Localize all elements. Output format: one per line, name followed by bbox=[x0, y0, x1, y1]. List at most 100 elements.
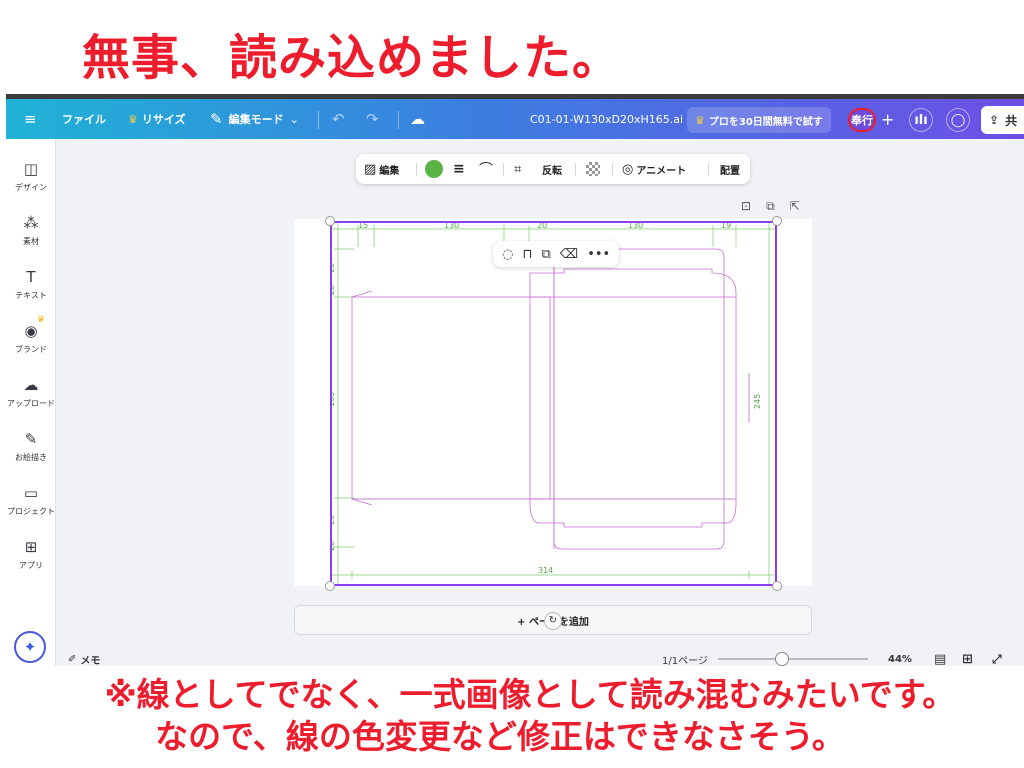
divider bbox=[612, 163, 613, 176]
sidebar-item-label: アップロード bbox=[7, 399, 55, 408]
edit-mode-dropdown[interactable]: ✎ 編集モード ⌄ bbox=[210, 99, 299, 139]
pen-icon: ✎ bbox=[24, 430, 38, 448]
image-edit-icon: ▨ bbox=[364, 161, 377, 177]
zoom-level[interactable]: 44% bbox=[888, 647, 912, 666]
resize-handle[interactable] bbox=[325, 216, 335, 226]
layout-icon: ◫ bbox=[23, 160, 39, 178]
shapes-icon: ⁂ bbox=[23, 214, 39, 232]
duplicate-icon[interactable]: ⧉ bbox=[542, 247, 551, 262]
duplicate-page-icon[interactable]: ⧉ bbox=[766, 199, 775, 214]
page-actions: ⊡ ⧉ ⇱ bbox=[741, 199, 800, 214]
resize-label: リサイズ bbox=[141, 113, 186, 126]
divider bbox=[398, 111, 399, 129]
edit-label: 編集 bbox=[379, 165, 400, 177]
animate-button[interactable]: ◎ アニメート bbox=[622, 154, 686, 184]
canva-editor: ≡ ファイル ♛ リサイズ ✎ 編集モード ⌄ ↶ ↷ ☁ C01-01-W130xD… bbox=[6, 94, 1024, 666]
transparency-icon bbox=[586, 162, 600, 176]
sidebar-item-label: お絵描き bbox=[15, 453, 47, 462]
folder-icon: ▭ bbox=[23, 484, 39, 502]
add-page-icon[interactable]: ⇱ bbox=[790, 199, 800, 214]
context-toolbar: ▨ 編集 ≡ ⌒ ⌗ 反転 ◎ アニメート 配置 bbox=[356, 154, 750, 184]
flip-button[interactable]: 反転 bbox=[542, 154, 562, 184]
design-canvas[interactable]: 15 130 20 130 19 20 20 165 20 20 245 314 bbox=[294, 216, 812, 591]
headline: 無事、読み込めました。 bbox=[82, 30, 622, 86]
resize-handle[interactable] bbox=[772, 216, 782, 226]
border-style-icon[interactable]: ≡ bbox=[453, 154, 465, 184]
cloud-saved-icon[interactable]: ☁ bbox=[410, 99, 425, 139]
notes-icon: ✐ bbox=[68, 653, 77, 665]
bottom-bar: ✐ メモ 1/1ページ 44% ▤ ⊞ ⤢ bbox=[56, 647, 1024, 666]
sidebar-item-label: 素材 bbox=[23, 237, 39, 246]
insights-icon[interactable]: ılı bbox=[909, 108, 933, 132]
menu-icon[interactable]: ≡ bbox=[24, 99, 37, 139]
sparkle-icon: ✦ bbox=[23, 638, 37, 656]
resize-handle[interactable] bbox=[772, 581, 782, 591]
add-collaborator-icon[interactable]: + bbox=[881, 99, 894, 139]
crown-icon: ♛ bbox=[695, 113, 705, 127]
grid-view-icon[interactable]: ⊞ bbox=[962, 647, 973, 667]
left-sidebar: ◫ デザイン ⁂ 素材 T テキスト ♛ ◉ ブランド ☁ アップロード ✎ お… bbox=[6, 139, 56, 666]
sidebar-item-draw[interactable]: ✎ お絵描き bbox=[6, 429, 56, 463]
pro-trial-button[interactable]: ♛ プロを30日間無料で試す bbox=[687, 107, 831, 133]
top-toolbar: ≡ ファイル ♛ リサイズ ✎ 編集モード ⌄ ↶ ↷ ☁ C01-01-W130xD… bbox=[6, 99, 1024, 139]
sidebar-item-label: テキスト bbox=[15, 291, 47, 300]
avatar[interactable]: 奉行 bbox=[848, 108, 876, 132]
resize-button[interactable]: ♛ リサイズ bbox=[128, 99, 186, 139]
trash-icon[interactable]: ⌫ bbox=[560, 247, 578, 262]
crown-icon: ♛ bbox=[128, 112, 138, 126]
sidebar-item-elements[interactable]: ⁂ 素材 bbox=[6, 213, 56, 247]
apps-icon: ⊞ bbox=[24, 538, 38, 556]
comment-icon[interactable]: ◯ bbox=[946, 108, 970, 132]
sidebar-item-label: アプリ bbox=[19, 561, 43, 570]
edit-mode-label: 編集モード bbox=[228, 113, 284, 126]
selection-box bbox=[330, 221, 777, 586]
corner-rounding-icon[interactable]: ⌒ bbox=[479, 154, 493, 184]
magic-sparkle-button[interactable]: ✦ bbox=[14, 631, 46, 663]
sidebar-item-brand[interactable]: ♛ ◉ ブランド bbox=[6, 315, 56, 355]
lock-icon[interactable]: ⊓ bbox=[522, 247, 532, 262]
divider bbox=[575, 163, 576, 176]
crop-icon[interactable]: ⌗ bbox=[514, 154, 521, 184]
share-button[interactable]: ⇪ 共 bbox=[981, 106, 1024, 134]
divider bbox=[318, 111, 319, 129]
notes-label: メモ bbox=[80, 655, 101, 667]
sidebar-item-label: ブランド bbox=[15, 345, 47, 354]
file-menu[interactable]: ファイル bbox=[62, 99, 106, 139]
chevron-down-icon: ⌄ bbox=[289, 112, 299, 126]
divider bbox=[503, 163, 504, 176]
zoom-slider-knob[interactable] bbox=[775, 652, 789, 666]
sidebar-item-label: プロジェクト bbox=[7, 507, 55, 516]
brand-icon: ◉ bbox=[24, 322, 38, 340]
sidebar-item-projects[interactable]: ▭ プロジェクト bbox=[6, 483, 56, 517]
more-icon[interactable]: ••• bbox=[587, 247, 610, 262]
page-indicator[interactable]: 1/1ページ bbox=[662, 647, 708, 667]
page-view-icon[interactable]: ▤ bbox=[934, 647, 946, 667]
edit-image-button[interactable]: ▨ 編集 bbox=[364, 154, 399, 184]
share-label: 共 bbox=[1005, 113, 1018, 128]
color-swatch-button[interactable] bbox=[425, 154, 443, 184]
sidebar-item-text[interactable]: T テキスト bbox=[6, 267, 56, 301]
animate-label: アニメート bbox=[636, 165, 687, 177]
comment-add-icon[interactable]: ◌ bbox=[502, 247, 513, 262]
undo-icon[interactable]: ↶ bbox=[332, 99, 345, 139]
notes-button[interactable]: ✐ メモ bbox=[68, 647, 101, 667]
sidebar-item-uploads[interactable]: ☁ アップロード bbox=[6, 375, 56, 409]
cloud-upload-icon: ☁ bbox=[23, 376, 39, 394]
rotate-icon[interactable]: ↻ bbox=[544, 612, 562, 630]
sidebar-item-design[interactable]: ◫ デザイン bbox=[6, 159, 56, 193]
redo-icon[interactable]: ↷ bbox=[366, 99, 379, 139]
transparency-button[interactable] bbox=[586, 154, 600, 184]
arrange-button[interactable]: 配置 bbox=[720, 154, 740, 184]
sidebar-item-apps[interactable]: ⊞ アプリ bbox=[6, 537, 56, 571]
resize-handle[interactable] bbox=[325, 581, 335, 591]
divider bbox=[416, 163, 417, 176]
upload-icon: ⇪ bbox=[989, 113, 1000, 127]
lock-page-icon[interactable]: ⊡ bbox=[741, 199, 751, 214]
zoom-slider[interactable] bbox=[718, 652, 868, 666]
note-line-1: ※線としてでなく、一式画像として読み混むみたいです。 bbox=[104, 675, 956, 714]
text-icon: T bbox=[26, 268, 36, 286]
fullscreen-icon[interactable]: ⤢ bbox=[992, 647, 1002, 666]
divider bbox=[708, 163, 709, 176]
crown-icon: ♛ bbox=[37, 315, 46, 325]
file-name[interactable]: C01-01-W130xD20xH165.ai bbox=[530, 99, 683, 139]
